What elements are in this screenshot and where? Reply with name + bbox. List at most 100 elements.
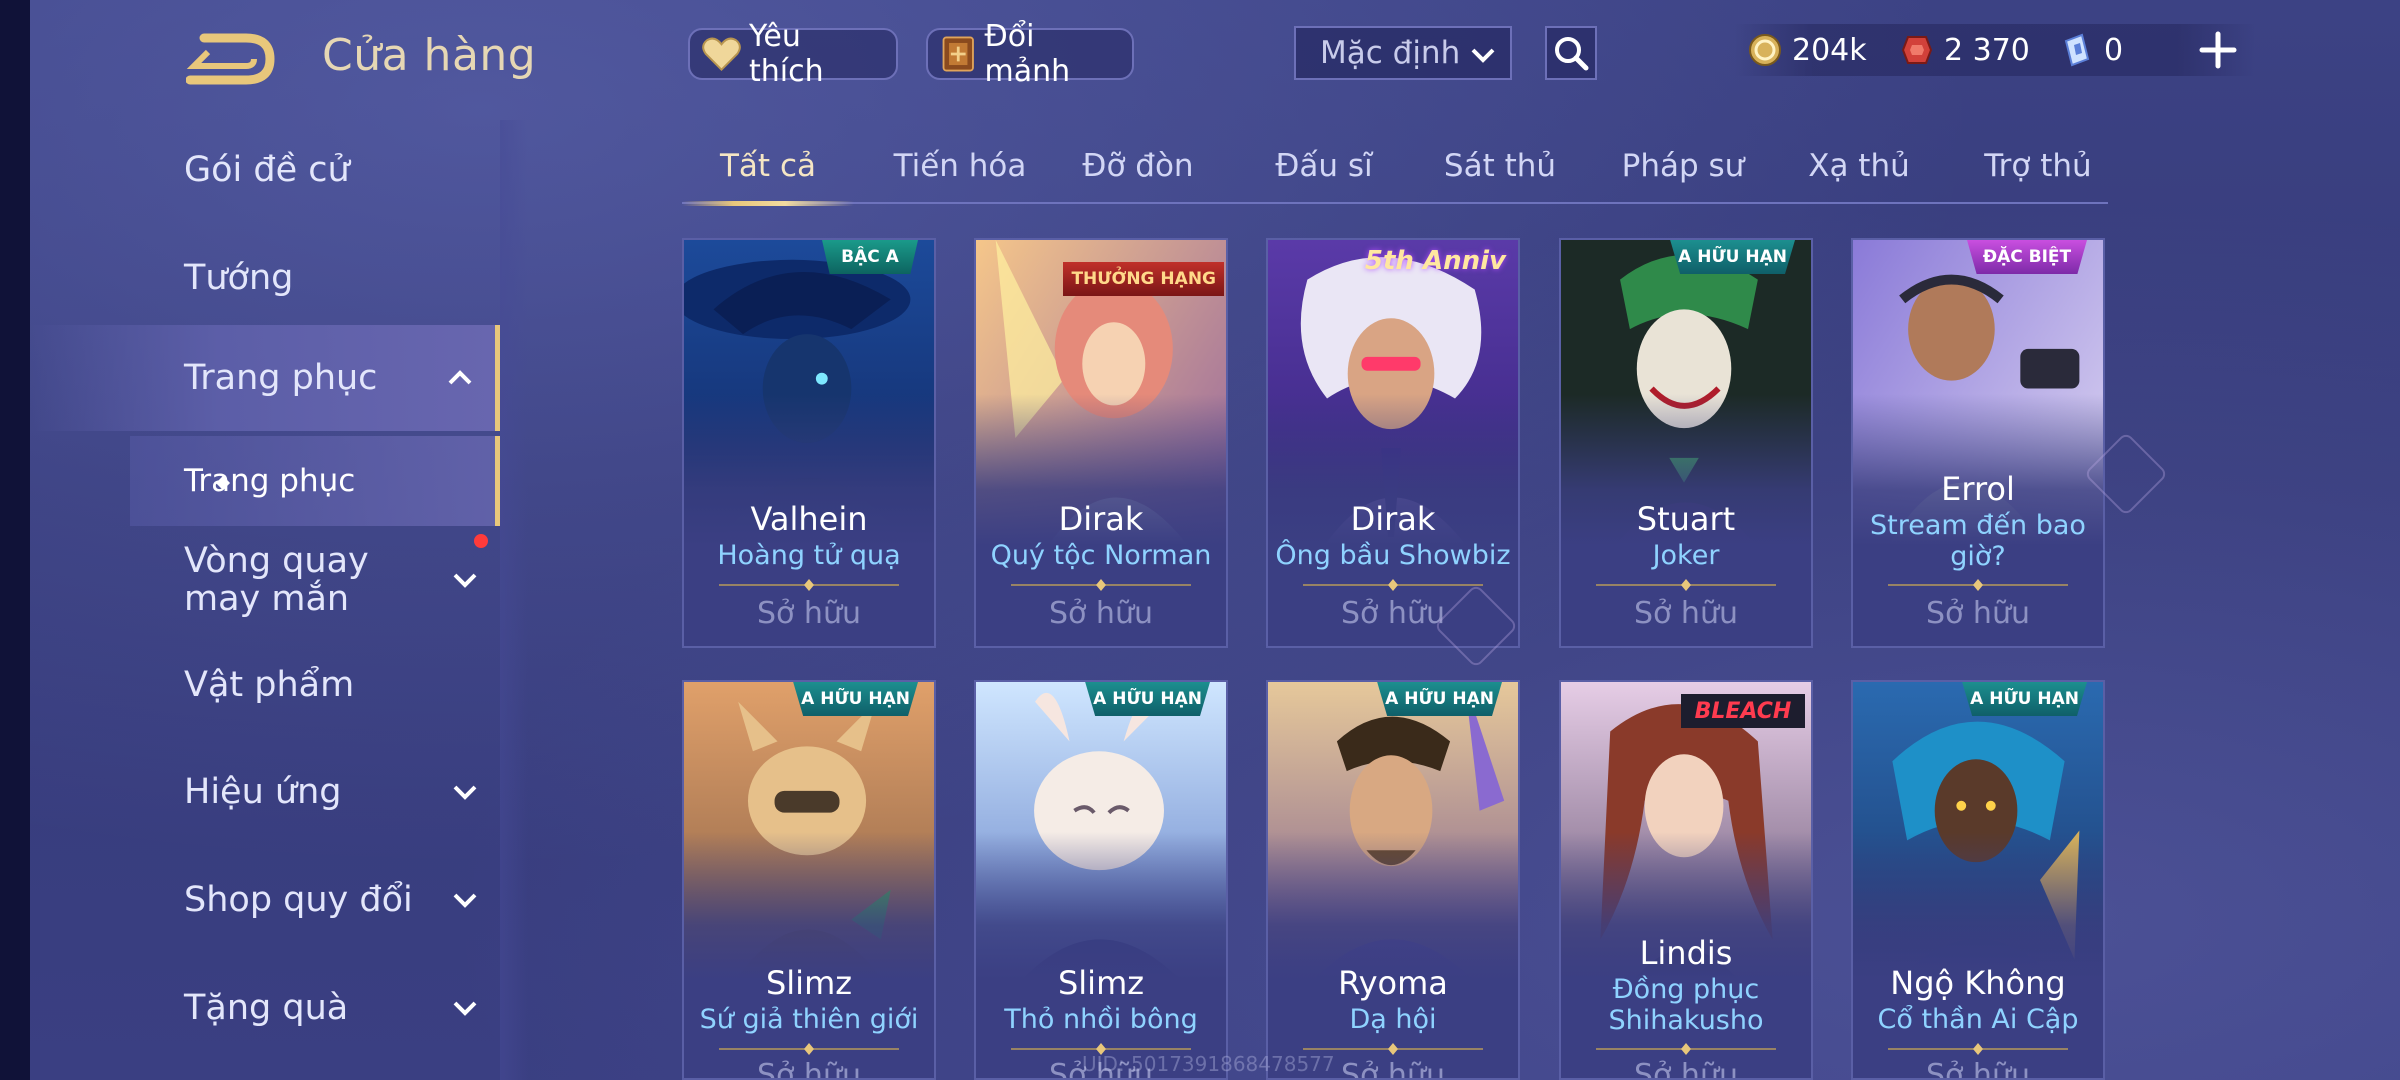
heart-icon: [702, 37, 741, 72]
skin-card[interactable]: A HỮU HẠN Stuart Joker Sở hữu: [1559, 238, 1813, 648]
tab-evolution[interactable]: Tiến hóa: [874, 140, 1046, 202]
rank-badge: THƯỞNG HẠNG: [1063, 262, 1224, 296]
tab-label: Đỡ đòn: [1082, 148, 1194, 184]
skin-card[interactable]: A HỮU HẠN Ryoma Dạ hội Sở hữu: [1266, 680, 1520, 1080]
owned-status: Sở hữu: [1926, 1058, 2030, 1080]
rank-badge: A HỮU HẠN: [1085, 682, 1210, 716]
token-icon: [2064, 33, 2090, 67]
sidebar-item-label: Tặng quà: [184, 988, 349, 1028]
chevron-down-icon: [1471, 48, 1495, 63]
sidebar-item-heroes[interactable]: Tướng: [30, 228, 500, 328]
hero-name: Stuart: [1636, 500, 1736, 538]
sidebar-subitem-label: Trang phục: [184, 463, 356, 499]
gold-value: 204k: [1792, 32, 1867, 68]
tab-mage[interactable]: Pháp sư: [1593, 140, 1773, 202]
sidebar-item-skins[interactable]: Trang phục: [30, 325, 500, 431]
hero-name: Lindis: [1639, 934, 1733, 972]
sidebar-item-items[interactable]: Vật phẩm: [30, 635, 500, 735]
rank-badge: BẬC A: [822, 240, 918, 274]
sidebar-item-recommended[interactable]: Gói đề cử: [30, 120, 500, 220]
divider-ornament: [1888, 1043, 2068, 1055]
divider-ornament: [1011, 579, 1191, 591]
sort-value: Mặc định: [1320, 35, 1461, 71]
tab-label: Trợ thủ: [1984, 148, 2092, 184]
tab-tank[interactable]: Đỡ đòn: [1052, 140, 1224, 202]
hero-name: Valhein: [750, 500, 868, 538]
hero-name: Ngộ Không: [1890, 964, 2066, 1002]
back-arrow-icon: [185, 33, 275, 85]
tab-marksman[interactable]: Xạ thủ: [1773, 140, 1945, 202]
rank-badge: A HỮU HẠN: [1377, 682, 1502, 716]
hero-name: Slimz: [1057, 964, 1145, 1002]
tab-support[interactable]: Trợ thủ: [1948, 140, 2128, 202]
skin-name: Dạ hội: [1349, 1004, 1437, 1035]
rank-badge: ĐẶC BIỆT: [1967, 240, 2087, 274]
skin-card[interactable]: 5th Anniv Dirak Ông bầu Showbiz Sở hữu: [1266, 238, 1520, 648]
skin-card[interactable]: A HỮU HẠN Ngộ Không Cổ thần Ai Cập Sở hữ…: [1851, 680, 2105, 1080]
divider-ornament: [1303, 579, 1483, 591]
tab-fighter[interactable]: Đấu sĩ: [1238, 140, 1410, 202]
rank-badge: A HỮU HẠN: [1962, 682, 2087, 716]
notification-dot: [474, 534, 488, 548]
hero-name: Dirak: [1058, 500, 1144, 538]
screen-edge: [0, 0, 30, 1080]
sidebar-edge: [500, 120, 528, 1080]
sidebar-item-exchange-shop[interactable]: Shop quy đổi: [30, 850, 500, 950]
rank-badge: A HỮU HẠN: [793, 682, 918, 716]
owned-status: Sở hữu: [757, 1058, 861, 1080]
search-button[interactable]: [1545, 26, 1597, 80]
tab-all[interactable]: Tất cả: [682, 140, 854, 202]
tab-label: Xạ thủ: [1808, 148, 1910, 184]
chevron-down-icon: [453, 893, 477, 908]
skin-card[interactable]: BẬC A Valhein Hoàng tử quạ Sở hữu: [682, 238, 936, 648]
skin-card[interactable]: A HỮU HẠN Slimz Sứ giả thiên giới Sở hữu: [682, 680, 936, 1080]
voucher-icon: [1901, 36, 1933, 64]
hero-name: Ryoma: [1338, 964, 1448, 1002]
tab-label: Đấu sĩ: [1275, 148, 1373, 184]
divider-ornament: [1888, 579, 2068, 591]
sidebar-item-gifts[interactable]: Tặng quà: [30, 958, 500, 1058]
tab-label: Sát thủ: [1443, 148, 1557, 184]
exchange-fragments-button[interactable]: Đổi mảnh: [926, 19, 1134, 89]
skin-card[interactable]: ĐẶC BIỆT Errol Stream đến bao giờ? Sở hữ…: [1851, 238, 2105, 648]
divider-ornament: [719, 1043, 899, 1055]
gold-coin-icon: [1749, 34, 1781, 66]
token-value: 0: [2104, 32, 2124, 68]
plus-icon: [2199, 31, 2237, 69]
tab-label: Tất cả: [720, 148, 816, 184]
skin-name: Hoàng tử quạ: [717, 540, 901, 571]
sidebar-item-label: Tướng: [184, 258, 294, 298]
back-button[interactable]: [185, 30, 276, 88]
top-up-button[interactable]: [2196, 28, 2240, 72]
hero-name: Dirak: [1350, 500, 1436, 538]
skin-name: Stream đến bao giờ?: [1870, 510, 2086, 572]
exchange-icon: [942, 36, 974, 72]
tab-label: Pháp sư: [1621, 148, 1745, 184]
sort-dropdown[interactable]: Mặc định: [1294, 26, 1512, 80]
sidebar-item-lucky-spin[interactable]: Vòng quay may mắn: [30, 530, 477, 630]
user-id-watermark: UID: 5017391868478577: [1082, 1052, 1335, 1076]
skin-card[interactable]: A HỮU HẠN Slimz Thỏ nhồi bông Sở hữu: [974, 680, 1228, 1080]
skin-card[interactable]: BLEACH Lindis Đồng phục Shihakusho Sở hữ…: [1559, 680, 1813, 1080]
rank-badge: 5th Anniv: [1364, 246, 1506, 276]
favorites-button[interactable]: Yêu thích: [688, 19, 898, 89]
owned-status: Sở hữu: [1634, 596, 1738, 631]
sidebar-item-label: Shop quy đổi: [184, 880, 413, 920]
skin-name: Joker: [1652, 540, 1720, 571]
owned-status: Sở hữu: [1049, 596, 1153, 631]
owned-status: Sở hữu: [757, 596, 861, 631]
divider-ornament: [1596, 1043, 1776, 1055]
sidebar-item-effects[interactable]: Hiệu ứng: [30, 742, 500, 842]
skin-name: Sứ giả thiên giới: [699, 1004, 919, 1035]
skin-card[interactable]: THƯỞNG HẠNG Dirak Quý tộc Norman Sở hữu: [974, 238, 1228, 648]
sidebar: Gói đề cử Tướng Trang phục Trang phục Vò…: [30, 120, 528, 1080]
skin-name: Thỏ nhồi bông: [1004, 1004, 1198, 1035]
sidebar-subitem-skins[interactable]: Trang phục: [130, 436, 500, 526]
skin-name: Quý tộc Norman: [990, 540, 1212, 571]
gold-balance: 204k: [1748, 24, 1867, 76]
skin-name: Đồng phục Shihakusho: [1608, 974, 1764, 1036]
tab-assassin[interactable]: Sát thủ: [1414, 140, 1586, 202]
tab-label: Tiến hóa: [893, 148, 1027, 184]
active-tab-indicator: [682, 201, 854, 206]
rank-badge: BLEACH: [1681, 694, 1805, 728]
